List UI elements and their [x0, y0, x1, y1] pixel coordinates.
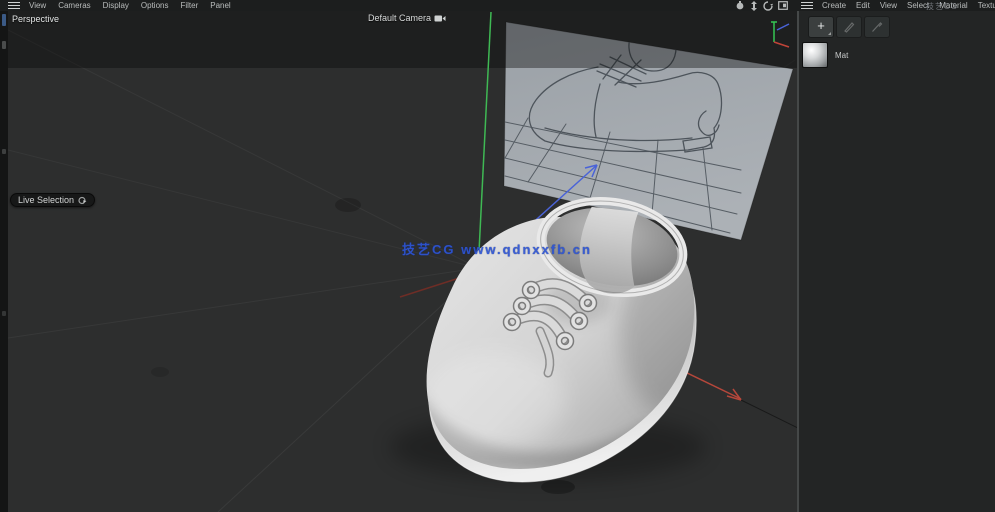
camera-label-text: Default Camera — [368, 13, 431, 23]
material-name[interactable]: Mat — [835, 51, 848, 60]
menu-texture[interactable]: Texture — [978, 0, 995, 11]
pick-material-button[interactable] — [864, 16, 890, 38]
viewport-nav-icons — [735, 1, 788, 10]
menu-display[interactable]: Display — [103, 0, 129, 11]
rotate-icon[interactable] — [763, 1, 773, 11]
menu-create[interactable]: Create — [822, 0, 846, 11]
left-edge-strip — [0, 11, 8, 512]
menu-view[interactable]: View — [29, 0, 46, 11]
camera-icon — [434, 14, 446, 23]
viewport-menu-icon[interactable] — [8, 2, 20, 9]
material-list-item[interactable]: Mat — [802, 42, 848, 68]
edit-material-button[interactable] — [836, 16, 862, 38]
live-selection-icon — [78, 196, 87, 205]
live-selection-badge[interactable]: Live Selection — [10, 193, 95, 207]
left-strip-icon — [2, 41, 6, 49]
left-strip-icon — [2, 149, 6, 154]
menubar: View Cameras Display Options Filter Pane… — [0, 0, 995, 11]
viewport-perspective[interactable]: Perspective Default Camera Live Selectio… — [8, 11, 797, 512]
left-strip-icon — [2, 14, 6, 26]
dropdown-corner-icon — [828, 32, 831, 35]
camera-label[interactable]: Default Camera — [368, 13, 446, 23]
materials-toolbar: + — [808, 16, 890, 38]
app-window: View Cameras Display Options Filter Pane… — [0, 0, 995, 512]
eyedropper-icon — [871, 21, 883, 33]
shoe-model[interactable] — [390, 190, 724, 482]
menu-cameras[interactable]: Cameras — [58, 0, 90, 11]
pan-hand-icon[interactable] — [735, 1, 745, 10]
viewport-menus: View Cameras Display Options Filter Pane… — [29, 0, 231, 11]
materials-menus: Create Edit View Select Material Texture — [822, 0, 995, 11]
menu-panel[interactable]: Panel — [210, 0, 230, 11]
materials-panel: + Mat — [799, 11, 995, 512]
maximize-view-icon[interactable] — [778, 1, 788, 10]
add-material-label: + — [817, 18, 825, 33]
live-selection-label: Live Selection — [18, 195, 74, 205]
materials-menu-icon[interactable] — [801, 2, 813, 9]
add-material-button[interactable]: + — [808, 16, 834, 38]
zoom-arrows-icon[interactable] — [750, 1, 758, 11]
left-strip-icon — [2, 311, 6, 316]
watermark-text: 技艺CG www.qdnxxfb.cn — [402, 239, 592, 258]
menu-edit[interactable]: Edit — [856, 0, 870, 11]
viewport-canvas[interactable] — [8, 11, 797, 512]
pen-icon — [843, 21, 855, 33]
viewport-label: Perspective — [12, 14, 59, 24]
menu-view-materials[interactable]: View — [880, 0, 897, 11]
menu-options[interactable]: Options — [141, 0, 169, 11]
watermark-text-small: 技艺CG — [926, 1, 958, 12]
menu-filter[interactable]: Filter — [180, 0, 198, 11]
material-sphere-thumbnail[interactable] — [802, 42, 828, 68]
